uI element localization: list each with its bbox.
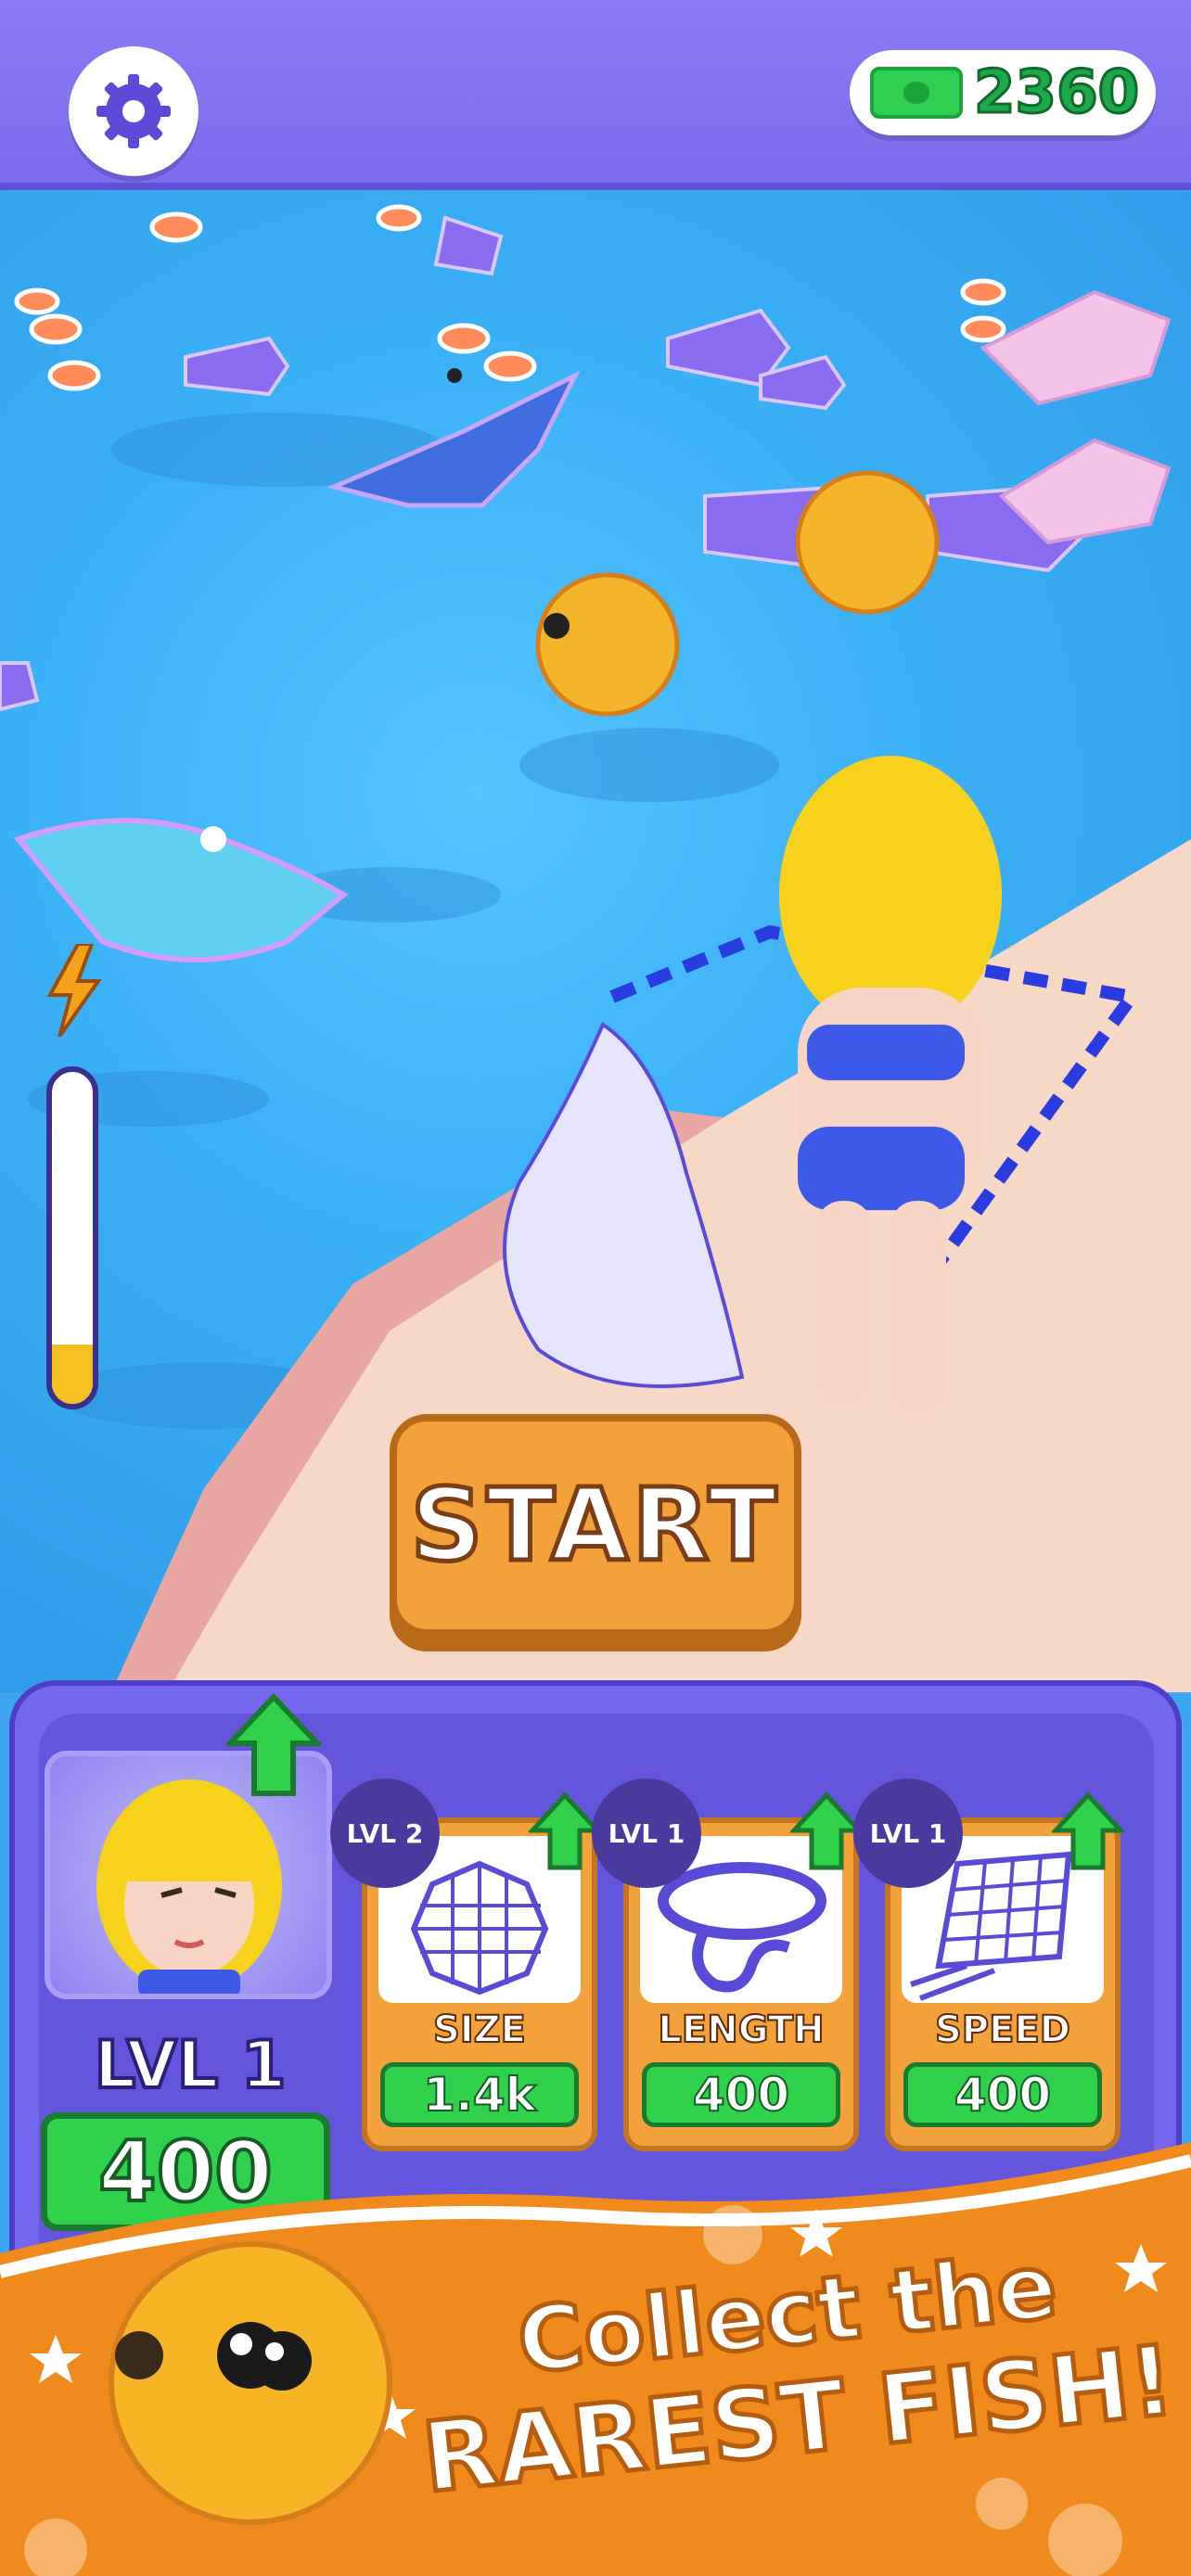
energy-meter-fill (52, 1344, 93, 1404)
size-level-label: LVL 2 (346, 1817, 424, 1849)
size-upgrade-price: 1.4k (422, 2067, 537, 2123)
start-button-label: START (408, 1465, 781, 1586)
size-upgrade-arrow-icon (529, 1792, 601, 1870)
speed-level-badge: LVL 1 (853, 1779, 963, 1888)
upgrade-arrow-icon (226, 1693, 321, 1796)
length-level-label: LVL 1 (608, 1817, 685, 1849)
size-upgrade-name: SIZE (432, 2008, 527, 2052)
length-upgrade-name: LENGTH (657, 2008, 825, 2052)
top-bar: 2360 (0, 0, 1191, 190)
lightning-icon (46, 944, 102, 1037)
settings-button[interactable] (69, 46, 198, 176)
character-level: LVL 1 (93, 2025, 288, 2105)
length-upgrade-price: 400 (692, 2067, 790, 2123)
cash-bill-icon (870, 67, 963, 119)
energy-meter (46, 1066, 98, 1409)
size-upgrade-price-button[interactable]: 1.4k (380, 2062, 579, 2127)
speed-upgrade-price-button[interactable]: 400 (903, 2062, 1102, 2127)
length-level-badge: LVL 1 (592, 1779, 701, 1888)
speed-upgrade-name: SPEED (934, 2008, 1071, 2052)
length-upgrade-arrow-icon (790, 1792, 863, 1870)
speed-level-label: LVL 1 (869, 1817, 947, 1849)
start-button[interactable]: START (390, 1414, 801, 1637)
size-level-badge: LVL 2 (330, 1779, 440, 1888)
currency-display: 2360 (850, 50, 1156, 135)
speed-upgrade-arrow-icon (1052, 1792, 1124, 1870)
length-upgrade-price-button[interactable]: 400 (642, 2062, 840, 2127)
currency-amount: 2360 (972, 57, 1140, 129)
gear-icon (96, 74, 171, 148)
speed-upgrade-price: 400 (954, 2067, 1052, 2123)
pufferfish-mascot (109, 2241, 392, 2525)
